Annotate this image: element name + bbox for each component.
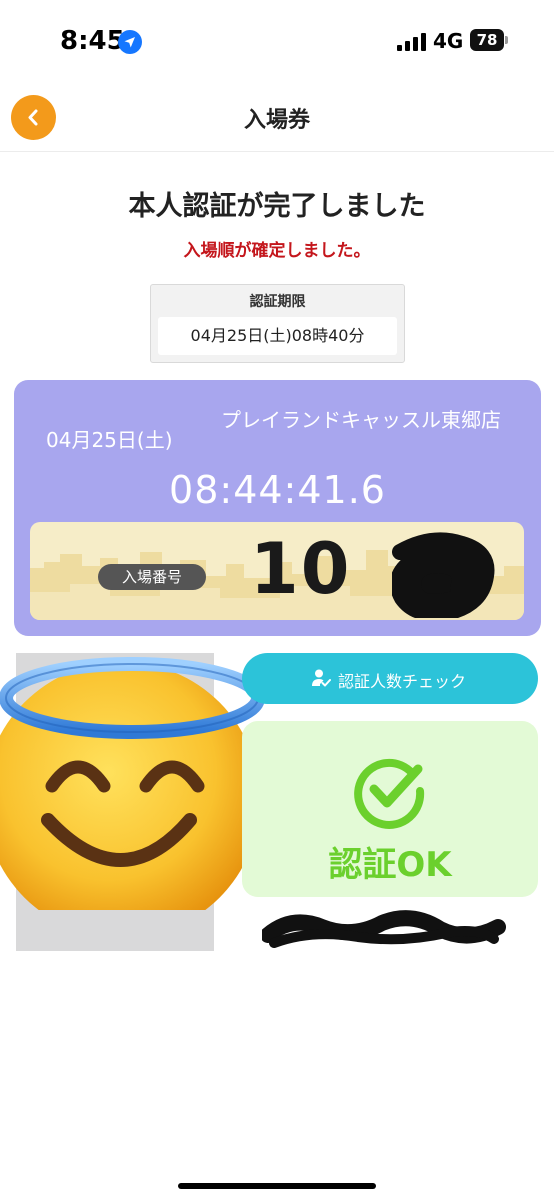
location-arrow-icon — [118, 30, 142, 54]
halo-smiling-face-emoji — [0, 657, 265, 910]
status-bar: 8:45 4G 78 — [0, 0, 554, 84]
verification-ok-panel: 認証OK — [242, 721, 538, 897]
person-check-icon — [312, 669, 331, 687]
entry-number: 10 — [250, 528, 352, 610]
deadline-label: 認証期限 — [249, 294, 306, 310]
deadline-box: 認証期限 04月25日(土)08時40分 — [150, 284, 405, 363]
signal-bars-icon — [397, 33, 426, 51]
ticket-clock: 08:44:41.6 — [169, 468, 386, 512]
count-check-label: 認証人数チェック — [338, 672, 467, 691]
entry-number-panel: 入場番号 10 — [30, 522, 524, 620]
deadline-value: 04月25日(土)08時40分 — [158, 317, 397, 355]
home-indicator — [178, 1183, 376, 1189]
verification-ok-text: 認証OK — [328, 845, 452, 885]
battery-cap — [505, 36, 508, 44]
network-type: 4G — [433, 29, 464, 53]
redaction-scribble — [392, 532, 495, 618]
entry-order-message: 入場順が確定しました。 — [183, 241, 371, 261]
ticket-date: 04月25日(土) — [46, 428, 173, 452]
battery-icon: 78 — [470, 29, 504, 51]
ticket-store-name: プレイランドキャッスル東郷店 — [221, 408, 501, 432]
verification-complete-title: 本人認証が完了しました — [128, 191, 426, 222]
page-title: 入場券 — [243, 108, 310, 133]
ticket-card: 04月25日(土) プレイランドキャッスル東郷店 08:44:41.6 入場番号… — [14, 380, 541, 636]
entry-number-label: 入場番号 — [98, 564, 206, 590]
count-check-button[interactable]: 認証人数チェック — [242, 653, 538, 704]
status-time: 8:45 — [60, 26, 125, 56]
redacted-name-scribble — [262, 910, 506, 948]
check-circle-icon — [354, 758, 425, 829]
nav-bar: 入場券 — [0, 84, 554, 152]
